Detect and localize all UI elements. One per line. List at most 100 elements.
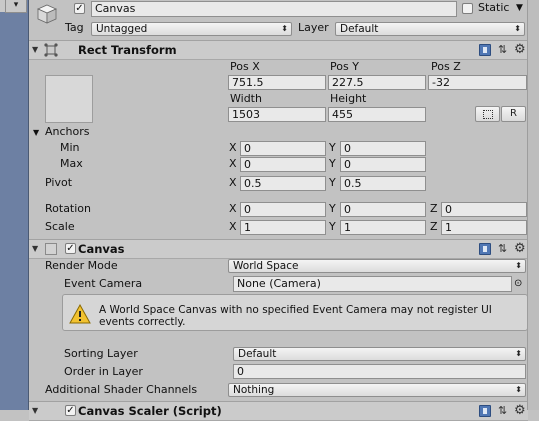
left-panel-edge: ▾ xyxy=(0,0,29,410)
rotation-y-input[interactable]: 0 xyxy=(340,202,426,217)
x-axis-label: X xyxy=(229,141,237,154)
shader-channels-value: Nothing xyxy=(233,384,275,396)
rect-transform-icon xyxy=(43,43,59,57)
shader-channels-dropdown[interactable]: Nothing ⬍ xyxy=(228,383,526,397)
x-axis-label: X xyxy=(229,220,237,233)
tag-dropdown[interactable]: Untagged ⬍ xyxy=(91,22,292,36)
gameobject-name-input[interactable]: Canvas xyxy=(91,1,457,17)
canvas-component-icon xyxy=(45,243,57,255)
layer-dropdown-value: Default xyxy=(340,23,379,35)
render-mode-dropdown[interactable]: World Space ⬍ xyxy=(228,259,526,273)
width-label: Width xyxy=(230,92,262,105)
foldout-arrow-icon[interactable]: ▼ xyxy=(32,240,38,258)
tag-label: Tag xyxy=(65,21,84,34)
pivot-y-input[interactable]: 0.5 xyxy=(340,176,426,191)
rect-transform-title: Rect Transform xyxy=(78,43,177,57)
z-axis-label: Z xyxy=(430,220,438,233)
blueprint-dotted-square-icon xyxy=(482,110,493,119)
anchor-presets-box[interactable] xyxy=(45,75,93,123)
chevron-icon: ⬍ xyxy=(515,385,522,394)
y-axis-label: Y xyxy=(329,176,336,189)
sorting-layer-dropdown[interactable]: Default ⬍ xyxy=(233,347,526,361)
help-book-icon[interactable] xyxy=(479,405,491,417)
event-camera-label: Event Camera xyxy=(64,277,143,290)
chevron-icon: ⬍ xyxy=(514,24,521,33)
object-picker-icon[interactable]: ⊙ xyxy=(514,277,522,291)
gameobject-cube-icon xyxy=(36,3,58,25)
scale-y-input[interactable]: 1 xyxy=(340,220,426,235)
anchor-max-y-input[interactable]: 0 xyxy=(340,157,426,172)
anchors-label: Anchors xyxy=(45,125,90,138)
shader-channels-label: Additional Shader Channels xyxy=(45,383,198,396)
rect-transform-header[interactable]: ▼ Rect Transform ⇅ ⚙ xyxy=(29,40,528,60)
rotation-z-input[interactable]: 0 xyxy=(441,202,527,217)
order-in-layer-label: Order in Layer xyxy=(64,365,143,378)
gear-icon[interactable]: ⚙ xyxy=(514,242,526,255)
y-axis-label: Y xyxy=(329,157,336,170)
preset-sliders-icon[interactable]: ⇅ xyxy=(498,243,507,255)
foldout-arrow-icon[interactable]: ▼ xyxy=(32,402,38,420)
y-axis-label: Y xyxy=(329,220,336,233)
scale-z-input[interactable]: 1 xyxy=(441,220,527,235)
rotation-label: Rotation xyxy=(45,202,92,215)
gear-icon[interactable]: ⚙ xyxy=(514,404,526,417)
foldout-arrow-icon[interactable]: ▼ xyxy=(32,41,38,59)
gameobject-active-checkbox[interactable]: ✓ xyxy=(74,3,85,14)
warning-icon xyxy=(69,303,91,324)
layer-dropdown[interactable]: Default ⬍ xyxy=(335,22,525,36)
canvas-scaler-header[interactable]: ▼ ✓ Canvas Scaler (Script) ⇅ ⚙ xyxy=(29,401,528,421)
anchor-min-y-input[interactable]: 0 xyxy=(340,141,426,156)
static-checkbox[interactable] xyxy=(462,3,473,14)
canvas-scaler-enabled-checkbox[interactable]: ✓ xyxy=(65,405,76,416)
width-input[interactable]: 1503 xyxy=(228,107,326,122)
static-dropdown-arrow-icon[interactable]: ▼ xyxy=(516,1,523,15)
anchor-max-x-input[interactable]: 0 xyxy=(240,157,326,172)
rotation-x-input[interactable]: 0 xyxy=(240,202,326,217)
pos-x-input[interactable]: 751.5 xyxy=(228,75,326,90)
pos-z-input[interactable]: -32 xyxy=(428,75,527,90)
order-in-layer-input[interactable]: 0 xyxy=(233,364,526,379)
event-camera-field[interactable]: None (Camera) xyxy=(233,276,512,292)
canvas-title: Canvas xyxy=(78,242,125,256)
x-axis-label: X xyxy=(229,202,237,215)
canvas-component-header[interactable]: ▼ ✓ Canvas ⇅ ⚙ xyxy=(29,239,528,259)
pos-x-label: Pos X xyxy=(230,60,260,73)
anchor-min-x-input[interactable]: 0 xyxy=(240,141,326,156)
sorting-layer-label: Sorting Layer xyxy=(64,347,138,360)
help-book-icon[interactable] xyxy=(479,44,491,56)
inspector-panel: ✓ Canvas Static ▼ Tag Untagged ⬍ Layer D… xyxy=(29,0,539,421)
render-mode-label: Render Mode xyxy=(45,259,118,272)
pos-z-label: Pos Z xyxy=(431,60,461,73)
render-mode-value: World Space xyxy=(233,260,299,272)
x-axis-label: X xyxy=(229,176,237,189)
warning-helpbox: A World Space Canvas with no specified E… xyxy=(62,294,528,331)
scale-x-input[interactable]: 1 xyxy=(240,220,326,235)
tab-menu-icon[interactable]: ▾ xyxy=(5,0,27,13)
preset-sliders-icon[interactable]: ⇅ xyxy=(498,44,507,56)
blueprint-mode-button[interactable] xyxy=(475,106,500,122)
scrollbar[interactable] xyxy=(527,0,539,410)
y-axis-label: Y xyxy=(329,141,336,154)
layer-label: Layer xyxy=(298,21,329,34)
pivot-x-input[interactable]: 0.5 xyxy=(240,176,326,191)
gear-icon[interactable]: ⚙ xyxy=(514,43,526,56)
raw-edit-button[interactable]: R xyxy=(501,106,526,122)
height-input[interactable]: 455 xyxy=(328,107,426,122)
anchors-foldout-arrow-icon[interactable]: ▼ xyxy=(33,126,39,140)
canvas-enabled-checkbox[interactable]: ✓ xyxy=(65,243,76,254)
chevron-icon: ⬍ xyxy=(515,349,522,358)
preset-sliders-icon[interactable]: ⇅ xyxy=(498,405,507,417)
sorting-layer-value: Default xyxy=(238,348,277,360)
pivot-label: Pivot xyxy=(45,176,73,189)
help-book-icon[interactable] xyxy=(479,243,491,255)
anchor-min-label: Min xyxy=(60,141,80,154)
z-axis-label: Z xyxy=(430,202,438,215)
pos-y-input[interactable]: 227.5 xyxy=(328,75,426,90)
x-axis-label: X xyxy=(229,157,237,170)
y-axis-label: Y xyxy=(329,202,336,215)
chevron-icon: ⬍ xyxy=(515,261,522,270)
tag-dropdown-value: Untagged xyxy=(96,23,148,35)
pos-y-label: Pos Y xyxy=(330,60,359,73)
height-label: Height xyxy=(330,92,367,105)
warning-text: A World Space Canvas with no specified E… xyxy=(99,304,492,328)
